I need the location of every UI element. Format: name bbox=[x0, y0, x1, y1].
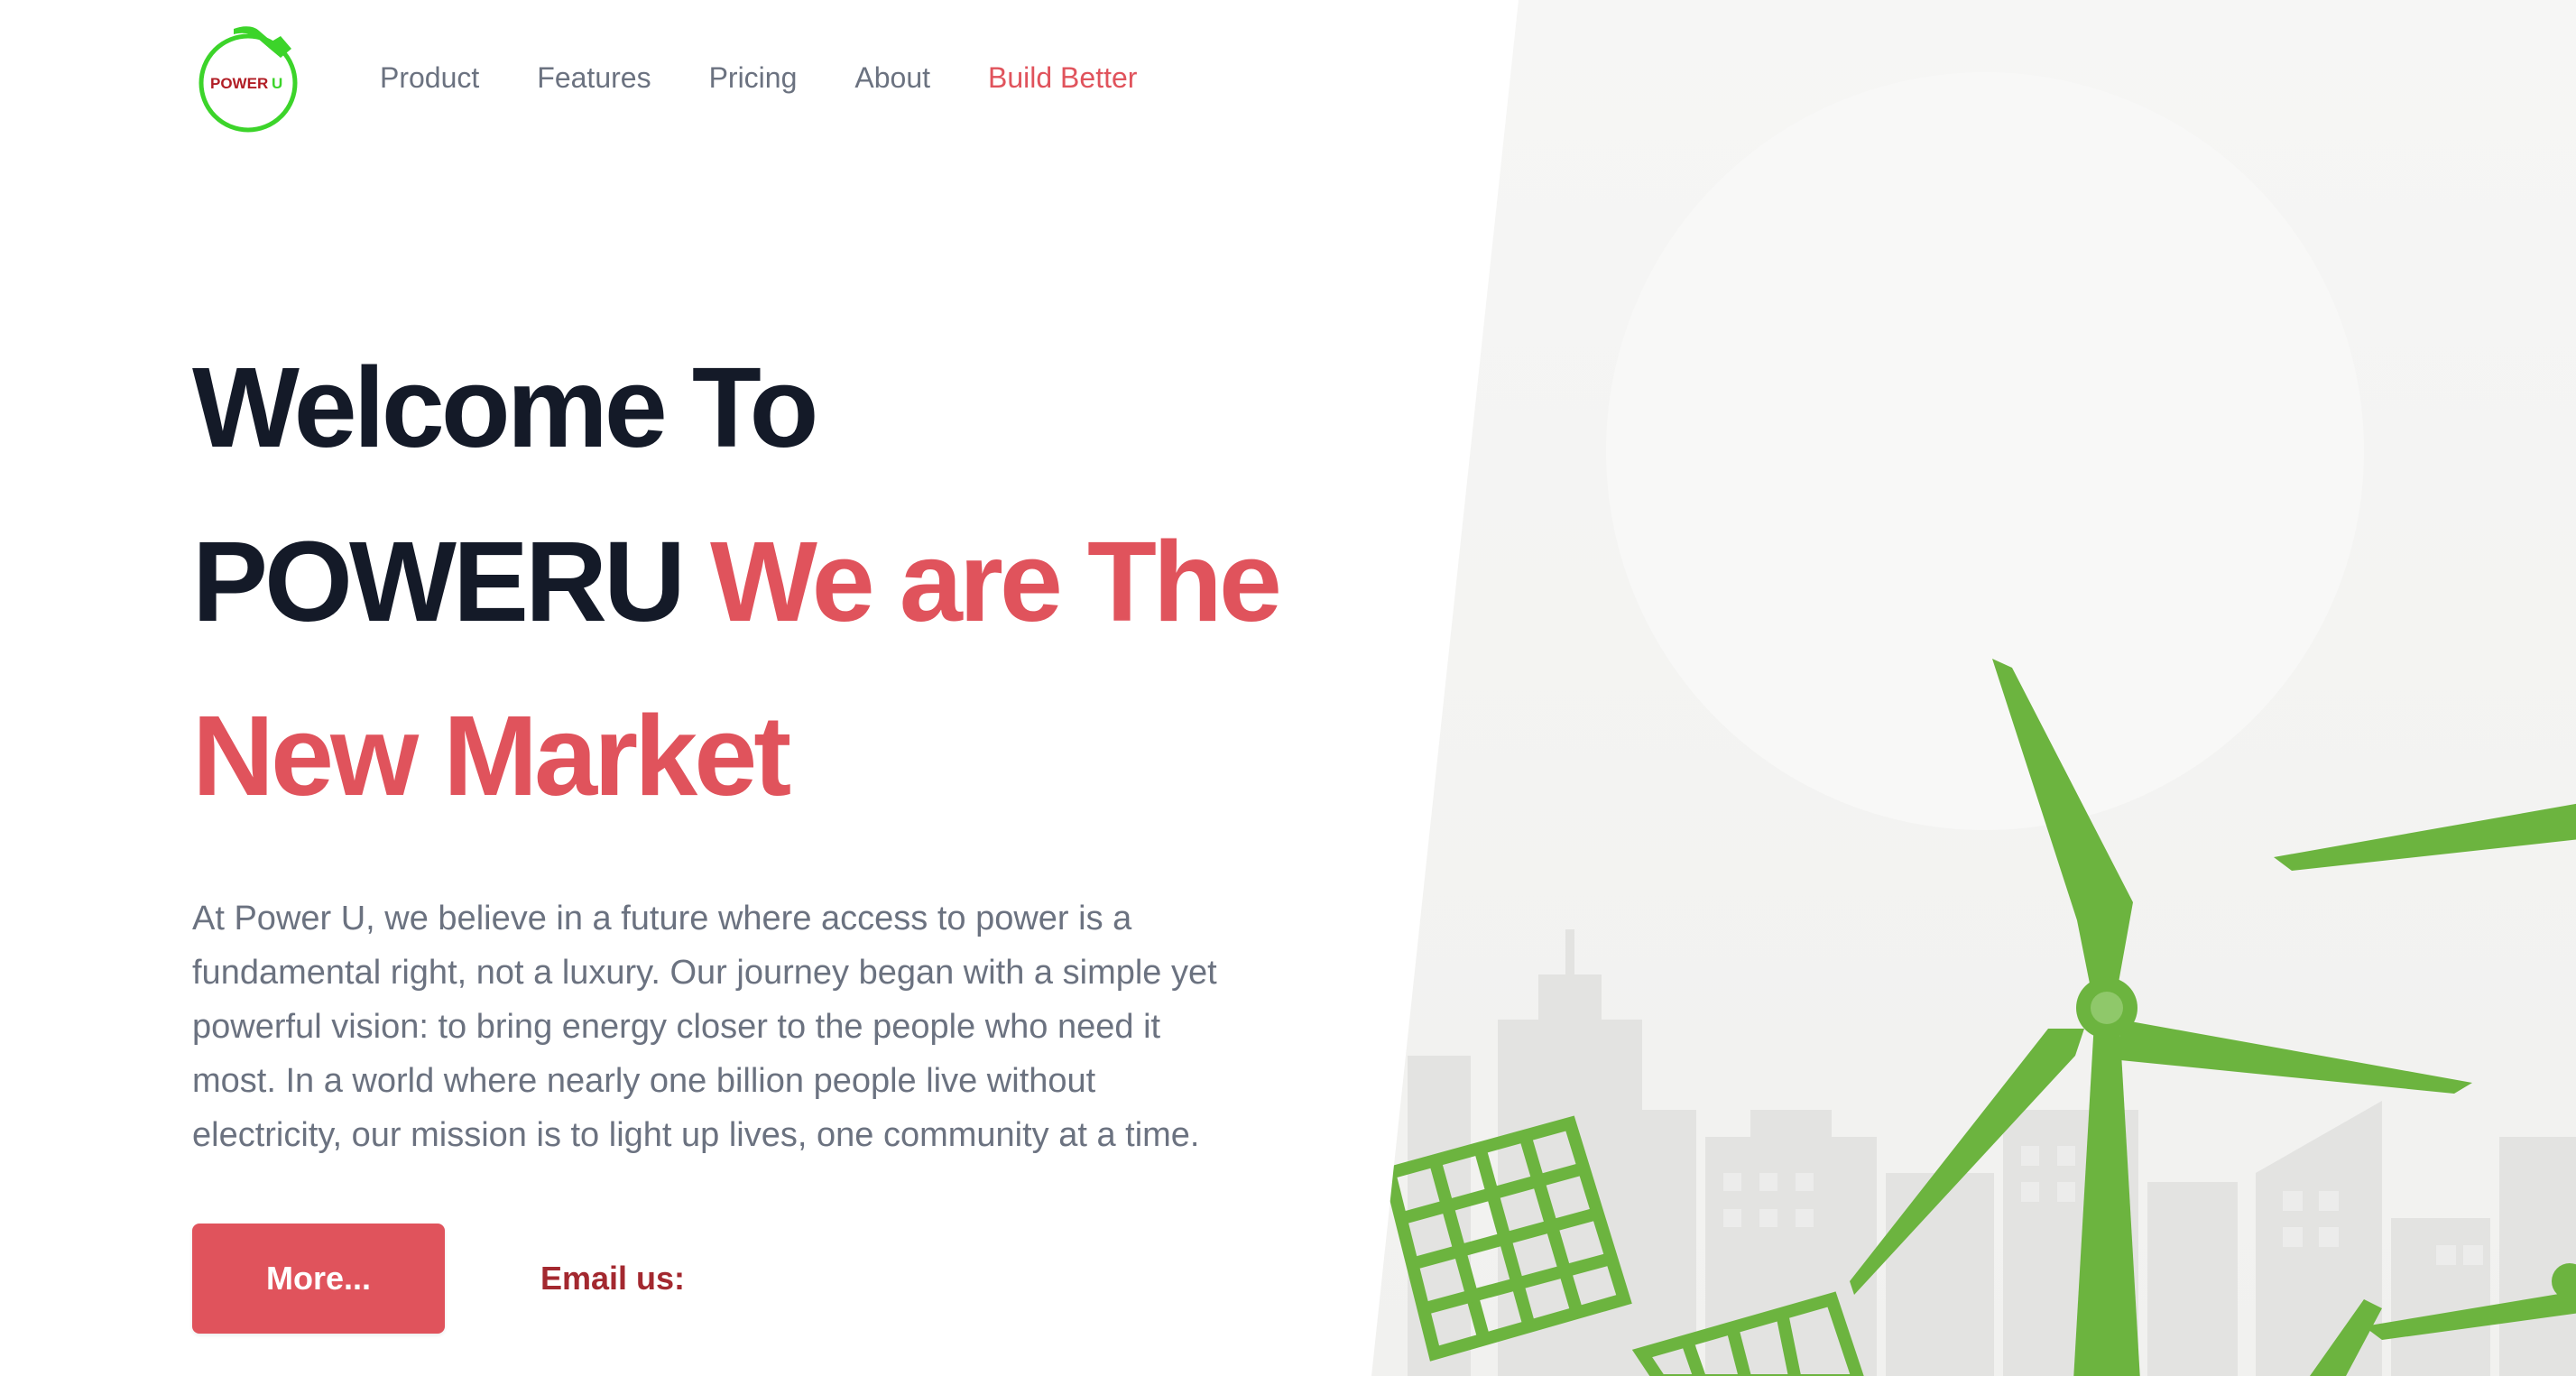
svg-text:POWER: POWER bbox=[210, 75, 268, 92]
more-button[interactable]: More... bbox=[192, 1224, 445, 1334]
brand-logo[interactable]: POWER U bbox=[192, 22, 304, 134]
hero-actions: More... Email us: bbox=[192, 1224, 1329, 1334]
nav-item-product[interactable]: Product bbox=[380, 61, 479, 95]
svg-text:U: U bbox=[272, 75, 282, 92]
nav-item-build-better[interactable]: Build Better bbox=[988, 61, 1137, 95]
top-navigation: POWER U Product Features Pricing About B… bbox=[192, 22, 1137, 134]
nav-item-pricing[interactable]: Pricing bbox=[709, 61, 798, 95]
hero-description: At Power U, we believe in a future where… bbox=[192, 900, 1217, 1154]
nav-links: Product Features Pricing About Build Bet… bbox=[380, 61, 1137, 95]
nav-item-features[interactable]: Features bbox=[537, 61, 651, 95]
hero-section: Welcome To POWERU We are The New Market … bbox=[192, 320, 1329, 1334]
hero-headline: Welcome To POWERU We are The New Market bbox=[192, 320, 1329, 843]
email-us-link[interactable]: Email us: bbox=[540, 1260, 685, 1298]
headline-brand: POWERU bbox=[192, 518, 686, 645]
headline-accent-1: We are The bbox=[710, 518, 1282, 645]
headline-accent-2: New Market bbox=[192, 692, 791, 819]
nav-item-about[interactable]: About bbox=[854, 61, 930, 95]
headline-line-1: Welcome To bbox=[192, 344, 818, 471]
fuel-nozzle-ring-icon: POWER U bbox=[199, 26, 298, 133]
